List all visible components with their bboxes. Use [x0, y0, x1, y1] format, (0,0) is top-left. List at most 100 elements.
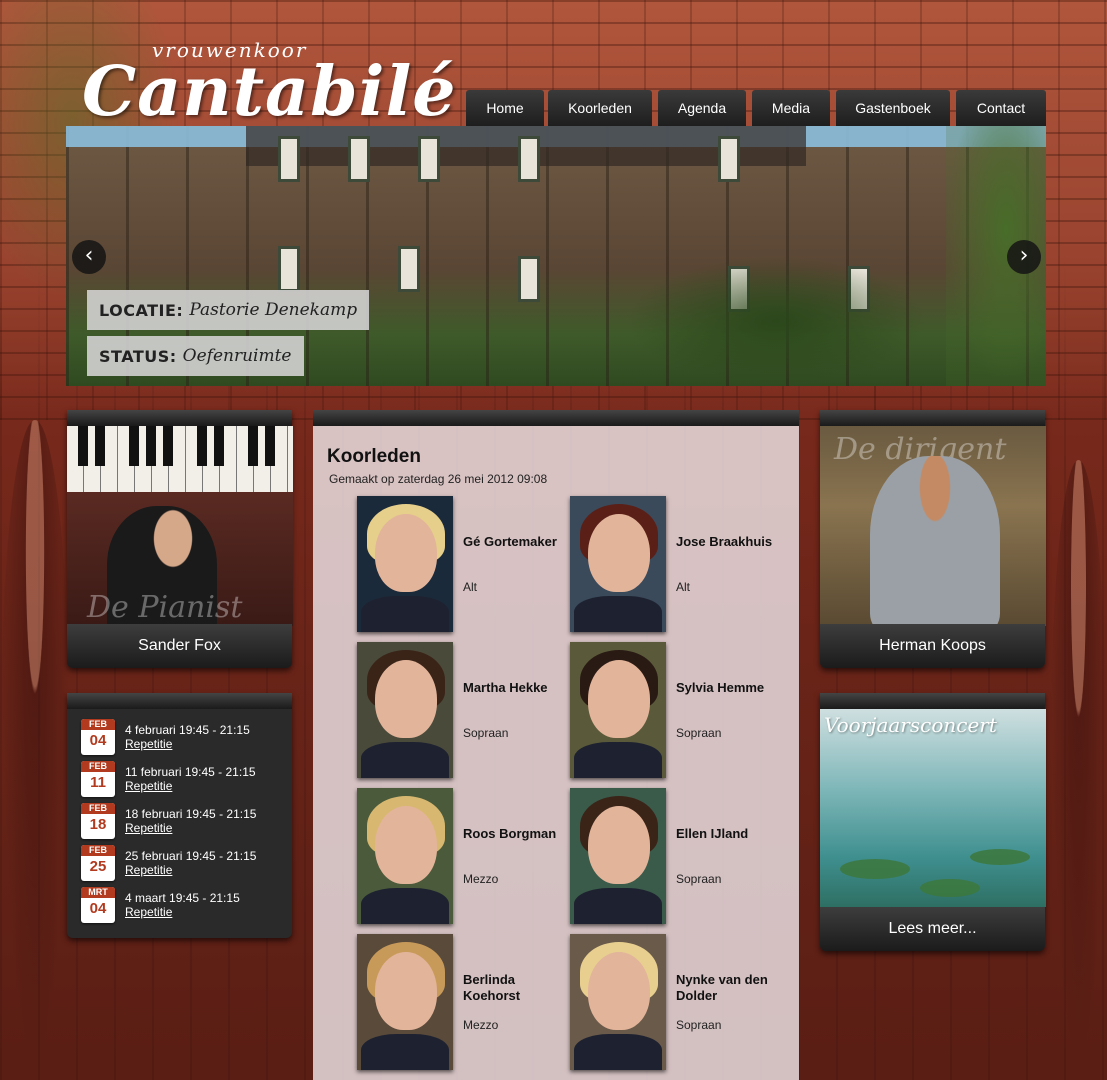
lily-pad: [840, 859, 910, 879]
member-voice: Alt: [463, 580, 478, 594]
calendar-icon: FEB 04: [81, 719, 115, 755]
calendar-month: MRT: [81, 887, 115, 898]
agenda-date: 11 februari 19:45 - 21:15: [125, 765, 256, 779]
concert-poster[interactable]: Voorjaarsconcert: [820, 709, 1046, 907]
member-name: Sylvia Hemme: [676, 680, 765, 695]
member-body: [361, 888, 449, 924]
agenda-link[interactable]: Repetitie: [125, 821, 172, 835]
caption-value: Oefenruimte: [182, 346, 292, 366]
nav-contact[interactable]: Contact: [956, 90, 1046, 126]
member-name: Ellen IJland: [676, 826, 749, 841]
member-voice: Sopraan: [463, 726, 509, 740]
building-window: [398, 246, 420, 292]
member-photo[interactable]: [570, 496, 666, 632]
calendar-day: 11: [90, 774, 106, 791]
conductor-photo[interactable]: De dirigent: [820, 426, 1046, 626]
member-name: Roos Borgman: [463, 826, 557, 841]
piano-black-key: [265, 426, 275, 466]
nav-koorleden[interactable]: Koorleden: [548, 90, 652, 126]
pianist-name[interactable]: Sander Fox: [67, 624, 292, 668]
agenda-link[interactable]: Repetitie: [125, 737, 172, 751]
member-card: Jose Braakhuis Alt: [570, 496, 790, 634]
caption-key: LOCATIE:: [99, 300, 184, 320]
page-title: Koorleden: [327, 446, 421, 467]
nav-agenda[interactable]: Agenda: [658, 90, 746, 126]
background-figure-left: [0, 420, 70, 1080]
agenda-panel: FEB 04 4 februari 19:45 - 21:15 Repetiti…: [67, 693, 292, 938]
piano-black-key: [95, 426, 105, 466]
agenda-link[interactable]: Repetitie: [125, 863, 172, 877]
panel-header: [820, 693, 1045, 709]
panel-header: [67, 693, 292, 709]
member-photo[interactable]: [570, 788, 666, 924]
member-body: [361, 596, 449, 632]
caption-value: Pastorie Denekamp: [189, 300, 358, 320]
member-body: [574, 888, 662, 924]
photo-slider: ‹ › LOCATIE: Pastorie Denekamp STATUS: O…: [66, 126, 1046, 386]
conductor-name[interactable]: Herman Koops: [820, 624, 1045, 668]
slider-next-icon[interactable]: ›: [1007, 240, 1041, 274]
member-photo[interactable]: [357, 788, 453, 924]
background-figure-right: [1050, 460, 1107, 1080]
nav-gastenboek[interactable]: Gastenboek: [836, 90, 950, 126]
member-name: Berlinda Koehorst: [463, 972, 521, 1003]
member-face: [375, 660, 437, 738]
building-window: [278, 136, 300, 182]
member-card: Martha Hekke Sopraan: [357, 642, 577, 780]
member-photo[interactable]: [357, 496, 453, 632]
member-name: Nynke van den Dolder: [676, 972, 768, 1003]
building-window: [518, 256, 540, 302]
pianist-photo[interactable]: De Pianist: [67, 426, 293, 626]
piano-black-key: [129, 426, 139, 466]
caption-status: STATUS: Oefenruimte: [87, 336, 304, 376]
member-photo[interactable]: [357, 934, 453, 1070]
member-face: [588, 952, 650, 1030]
agenda-date: 4 maart 19:45 - 21:15: [125, 891, 240, 905]
agenda-item: MRT 04 4 maart 19:45 - 21:15 Repetitie: [81, 887, 281, 927]
piano-black-key: [248, 426, 258, 466]
member-voice: Mezzo: [463, 1018, 499, 1032]
member-body: [574, 742, 662, 778]
member-photo[interactable]: [357, 642, 453, 778]
agenda-link[interactable]: Repetitie: [125, 905, 172, 919]
member-card: Gé Gortemaker Alt: [357, 496, 577, 634]
calendar-icon: FEB 11: [81, 761, 115, 797]
member-voice: Sopraan: [676, 726, 722, 740]
calendar-icon: FEB 18: [81, 803, 115, 839]
caption-locatie: LOCATIE: Pastorie Denekamp: [87, 290, 370, 330]
nav-media[interactable]: Media: [752, 90, 830, 126]
building-window: [348, 136, 370, 182]
member-card: Sylvia Hemme Sopraan: [570, 642, 790, 780]
member-face: [375, 806, 437, 884]
piano-black-key: [78, 426, 88, 466]
building-window: [278, 246, 300, 292]
logo-title: Cantabilé: [82, 52, 457, 132]
lily-pad: [970, 849, 1030, 865]
calendar-day: 18: [89, 816, 107, 833]
member-photo[interactable]: [570, 934, 666, 1070]
member-name: Jose Braakhuis: [676, 534, 773, 549]
agenda-item: FEB 25 25 februari 19:45 - 21:15 Repetit…: [81, 845, 281, 885]
building-window: [718, 136, 740, 182]
panel-header: [67, 410, 292, 426]
poster-title: Voorjaarsconcert: [824, 713, 997, 737]
calendar-month: FEB: [81, 719, 115, 730]
member-photo[interactable]: [570, 642, 666, 778]
piano-black-key: [214, 426, 224, 466]
main-header-bar: [313, 410, 799, 426]
calendar-month: FEB: [81, 803, 115, 814]
caption-key: STATUS:: [99, 346, 177, 366]
read-more-button[interactable]: Lees meer...: [820, 907, 1045, 951]
conductor-figure: [870, 456, 1000, 626]
member-body: [361, 742, 449, 778]
calendar-icon: FEB 25: [81, 845, 115, 881]
agenda-link[interactable]: Repetitie: [125, 779, 172, 793]
pianist-panel: De Pianist Sander Fox: [67, 410, 293, 668]
panel-header: [820, 410, 1045, 426]
member-body: [361, 1034, 449, 1070]
member-voice: Mezzo: [463, 872, 499, 886]
calendar-month: FEB: [81, 761, 115, 772]
slider-prev-icon[interactable]: ‹: [72, 240, 106, 274]
member-body: [574, 1034, 662, 1070]
nav-home[interactable]: Home: [466, 90, 544, 126]
